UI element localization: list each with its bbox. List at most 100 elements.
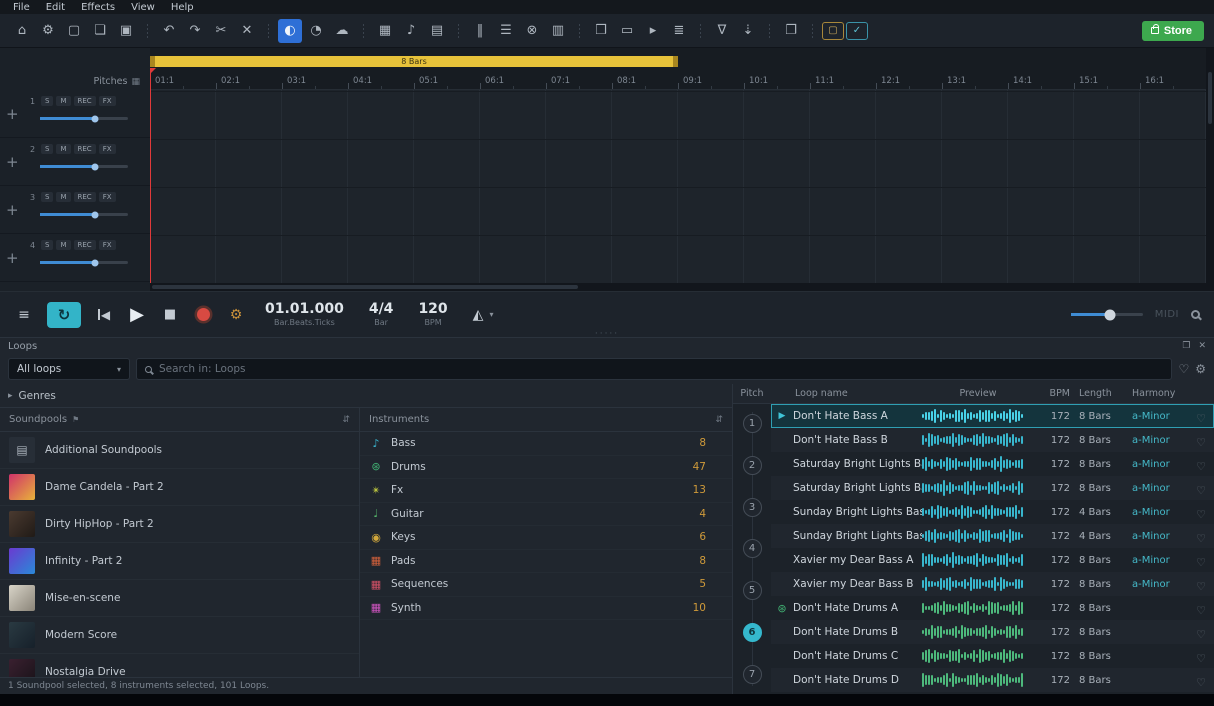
menu-item-help[interactable]: Help <box>164 2 201 13</box>
favorite-icon[interactable] <box>1196 676 1206 689</box>
loops-filter-dropdown[interactable]: All loops ▾ <box>8 358 130 380</box>
waveform-preview[interactable] <box>922 528 1034 544</box>
cloud-sync-icon[interactable]: ☁ <box>330 19 354 43</box>
soundpool-item[interactable]: Dame Candela - Part 2 <box>0 469 359 506</box>
store-button[interactable]: Store <box>1142 21 1204 41</box>
pitch-button[interactable]: 6 <box>743 623 762 642</box>
pitch-button[interactable]: 4 <box>743 539 762 558</box>
favorite-icon[interactable] <box>1196 604 1206 617</box>
loop-row[interactable]: Xavier my Dear Bass B 172 8 Bars a-Minor <box>771 572 1214 596</box>
media-pool-icon[interactable]: ❒ <box>589 19 613 43</box>
track-volume-slider[interactable] <box>40 165 128 168</box>
panel-resize-handle[interactable]: ····· <box>595 331 619 337</box>
add-track-button[interactable]: + <box>6 153 19 171</box>
loop-row[interactable]: Sunday Bright Lights Bass A 172 4 Bars a… <box>771 500 1214 524</box>
arrangement-menu-icon[interactable]: ≡ <box>14 302 34 328</box>
remove-icon[interactable]: ✕ <box>235 19 259 43</box>
favorites-filter-icon[interactable] <box>1178 362 1189 376</box>
track-volume-slider[interactable] <box>40 117 128 120</box>
waveform-preview[interactable] <box>922 456 1034 472</box>
menu-item-effects[interactable]: Effects <box>74 2 122 13</box>
waveform-preview[interactable] <box>922 480 1034 496</box>
loop-row[interactable]: Don't Hate Drums D 172 8 Bars <box>771 668 1214 692</box>
instrument-item[interactable]: ⊛ Drums 47 <box>360 456 732 480</box>
loops-search-input[interactable] <box>159 363 1163 375</box>
metronome-control[interactable]: ◭ ▾ <box>473 307 494 323</box>
play-button[interactable]: ▶ <box>127 302 147 328</box>
filter-icon[interactable]: ∇ <box>710 19 734 43</box>
soundpool-item[interactable]: Modern Score <box>0 617 359 654</box>
loop-row[interactable]: Don't Hate Drums C 172 8 Bars <box>771 644 1214 668</box>
solo-button[interactable]: S <box>41 240 53 250</box>
favorite-icon[interactable] <box>1196 532 1206 545</box>
loop-row[interactable]: Sunday Bright Lights Bass B 172 4 Bars a… <box>771 524 1214 548</box>
monitor-icon[interactable]: ▭ <box>615 19 639 43</box>
waveform-preview[interactable] <box>922 672 1034 688</box>
horizontal-scrollbar[interactable] <box>150 283 1214 291</box>
metronome-caret-icon[interactable]: ▾ <box>489 310 493 319</box>
pitch-button[interactable]: 1 <box>743 414 762 433</box>
favorite-icon[interactable] <box>1196 652 1206 665</box>
loop-range-bar[interactable]: 8 Bars <box>150 56 678 67</box>
sort-filter-icon[interactable]: ⇵ <box>342 415 350 425</box>
undock-panel-icon[interactable]: ❐ <box>1182 341 1190 351</box>
mute-button[interactable]: M <box>56 192 70 202</box>
undo-icon[interactable]: ↶ <box>157 19 181 43</box>
metronome-gear-icon[interactable]: ⚙ <box>226 302 246 328</box>
waveform-preview[interactable] <box>922 648 1034 664</box>
record-arm-button[interactable]: REC <box>74 192 96 202</box>
pitch-button[interactable]: 3 <box>743 498 762 517</box>
loop-row[interactable]: Xavier my Dear Bass A 172 8 Bars a-Minor <box>771 548 1214 572</box>
waveform-preview[interactable] <box>922 432 1034 448</box>
track-volume-slider[interactable] <box>40 213 128 216</box>
levels-icon[interactable]: ‖ <box>468 19 492 43</box>
master-volume-knob[interactable] <box>1105 309 1116 320</box>
mixer-icon[interactable]: ☰ <box>494 19 518 43</box>
soundpool-item[interactable]: ▤ Additional Soundpools <box>0 432 359 469</box>
fx-button[interactable]: FX <box>99 240 116 250</box>
new-project-icon[interactable]: ▢ <box>62 19 86 43</box>
stop-button[interactable]: ■ <box>160 302 180 328</box>
add-track-button[interactable]: + <box>6 105 19 123</box>
metronome-icon[interactable]: ◭ <box>473 307 484 323</box>
soundpool-item[interactable]: Infinity - Part 2 <box>0 543 359 580</box>
waveform-preview[interactable] <box>922 408 1034 424</box>
instrument-item[interactable]: ▦ Sequences 5 <box>360 573 732 597</box>
record-arm-button[interactable]: REC <box>74 144 96 154</box>
genres-section[interactable]: ▸ Genres <box>0 384 732 408</box>
store-toggle-icon[interactable]: ▢ <box>822 22 844 40</box>
favorite-icon[interactable] <box>1196 412 1206 425</box>
skip-start-button[interactable]: ◀ <box>94 302 114 328</box>
solo-button[interactable]: S <box>41 192 53 202</box>
loop-toggle-button[interactable]: ↻ <box>47 302 81 328</box>
record-arm-button[interactable]: REC <box>74 240 96 250</box>
menu-item-edit[interactable]: Edit <box>39 2 72 13</box>
waveform-preview[interactable] <box>922 624 1034 640</box>
add-track-button[interactable]: + <box>6 201 19 219</box>
midi-note-icon[interactable]: ♪ <box>399 19 423 43</box>
volume-slider-knob[interactable] <box>91 211 98 218</box>
fx-button[interactable]: FX <box>99 96 116 106</box>
pitch-button[interactable]: 2 <box>743 456 762 475</box>
loop-row[interactable]: Saturday Bright Lights Bass A 172 8 Bars… <box>771 452 1214 476</box>
volume-slider-knob[interactable] <box>91 163 98 170</box>
instrument-item[interactable]: ▦ Synth 10 <box>360 597 732 621</box>
snap-icon[interactable]: ⇣ <box>736 19 760 43</box>
pitch-button[interactable]: 5 <box>743 581 762 600</box>
cut-icon[interactable]: ✂ <box>209 19 233 43</box>
fx-button[interactable]: FX <box>99 192 116 202</box>
solo-button[interactable]: S <box>41 96 53 106</box>
instrument-item[interactable]: ▦ Pads 8 <box>360 550 732 574</box>
track-volume-slider[interactable] <box>40 261 128 264</box>
timeline-ruler[interactable]: 01:1 02:1 03:1 04:1 05:1 06:1 07:1 08:1 … <box>150 74 1214 90</box>
notes-icon[interactable]: ▥ <box>546 19 570 43</box>
save-project-icon[interactable]: ▣ <box>114 19 138 43</box>
soundpool-item[interactable]: Mise-en-scene <box>0 580 359 617</box>
settings-icon[interactable]: ⚙ <box>36 19 60 43</box>
add-track-button[interactable]: + <box>6 249 19 267</box>
record-arm-button[interactable]: REC <box>74 96 96 106</box>
instrument-item[interactable]: ◉ Keys 6 <box>360 526 732 550</box>
solo-button[interactable]: S <box>41 144 53 154</box>
soundpool-item[interactable]: Nostalgia Drive <box>0 654 359 677</box>
pads-grid-icon[interactable]: ▤ <box>425 19 449 43</box>
